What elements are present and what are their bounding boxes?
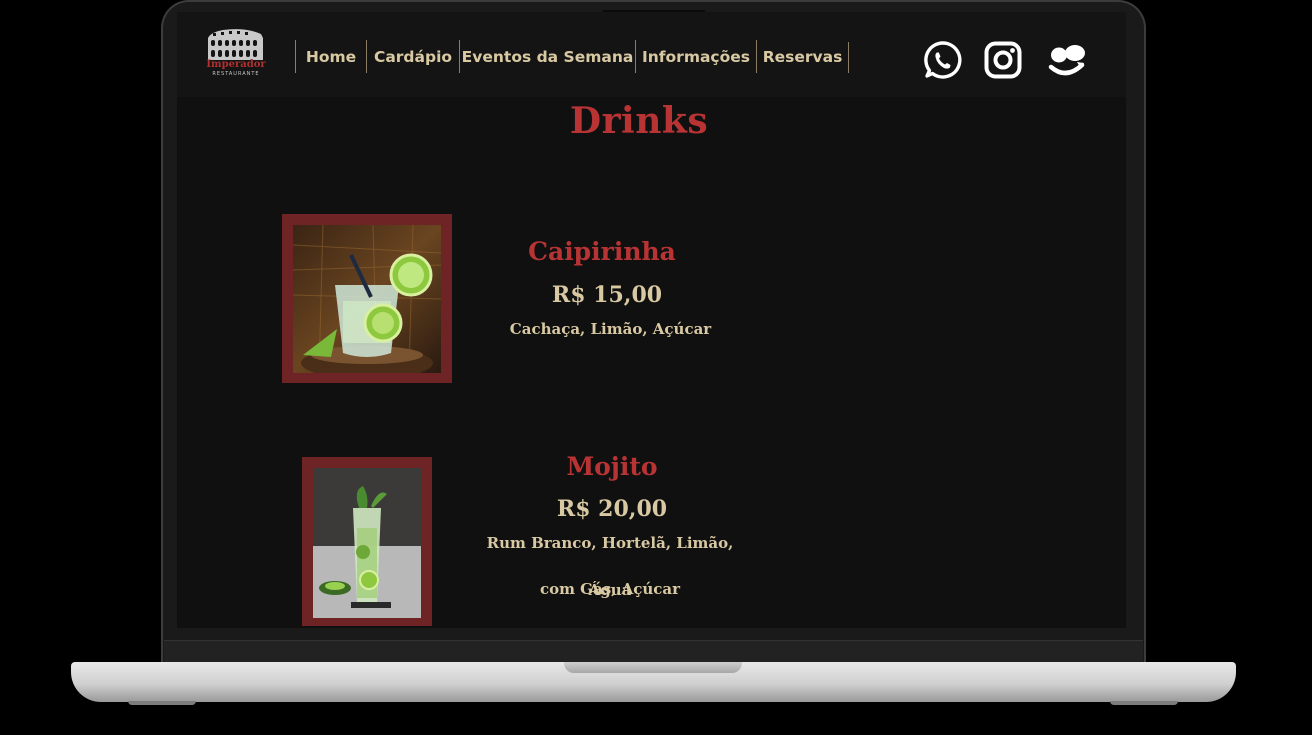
ifood-icon[interactable] <box>1047 40 1087 80</box>
drink-name: Caipirinha <box>528 237 676 266</box>
site-header: Imperador RESTAURANTE Home Cardápio Even… <box>177 12 1126 97</box>
section-title: Drinks <box>569 100 709 142</box>
laptop-foot <box>1110 701 1178 705</box>
mojito-image <box>313 468 421 618</box>
nav-divider <box>848 42 849 73</box>
logo-subtitle: RESTAURANTE <box>212 71 260 77</box>
drink-name: Mojito <box>566 452 658 481</box>
restaurant-logo[interactable]: Imperador RESTAURANTE <box>205 28 267 82</box>
laptop-lid-notch <box>564 662 742 673</box>
nav-eventos[interactable]: Eventos da Semana <box>459 40 635 73</box>
website-screen: Imperador RESTAURANTE Home Cardápio Even… <box>177 12 1126 628</box>
instagram-icon[interactable] <box>983 40 1023 80</box>
drink-price: R$ 20,00 <box>556 496 668 522</box>
laptop-bottom-bezel <box>164 640 1143 663</box>
whatsapp-icon[interactable] <box>923 40 963 80</box>
colosseum-icon <box>208 29 263 60</box>
drink-price: R$ 15,00 <box>551 282 663 308</box>
caipirinha-image <box>293 225 441 373</box>
drink-description: Cachaça, Limão, Açúcar <box>509 320 712 338</box>
laptop-foot <box>128 701 196 705</box>
drink-description: com Gás, Açúcar <box>539 580 681 598</box>
logo-name: Imperador <box>206 59 266 70</box>
nav-reservas[interactable]: Reservas <box>756 40 848 73</box>
nav-home[interactable]: Home <box>295 40 366 73</box>
nav-cardapio[interactable]: Cardápio <box>366 40 459 73</box>
nav-informacoes[interactable]: Informações <box>635 40 756 73</box>
